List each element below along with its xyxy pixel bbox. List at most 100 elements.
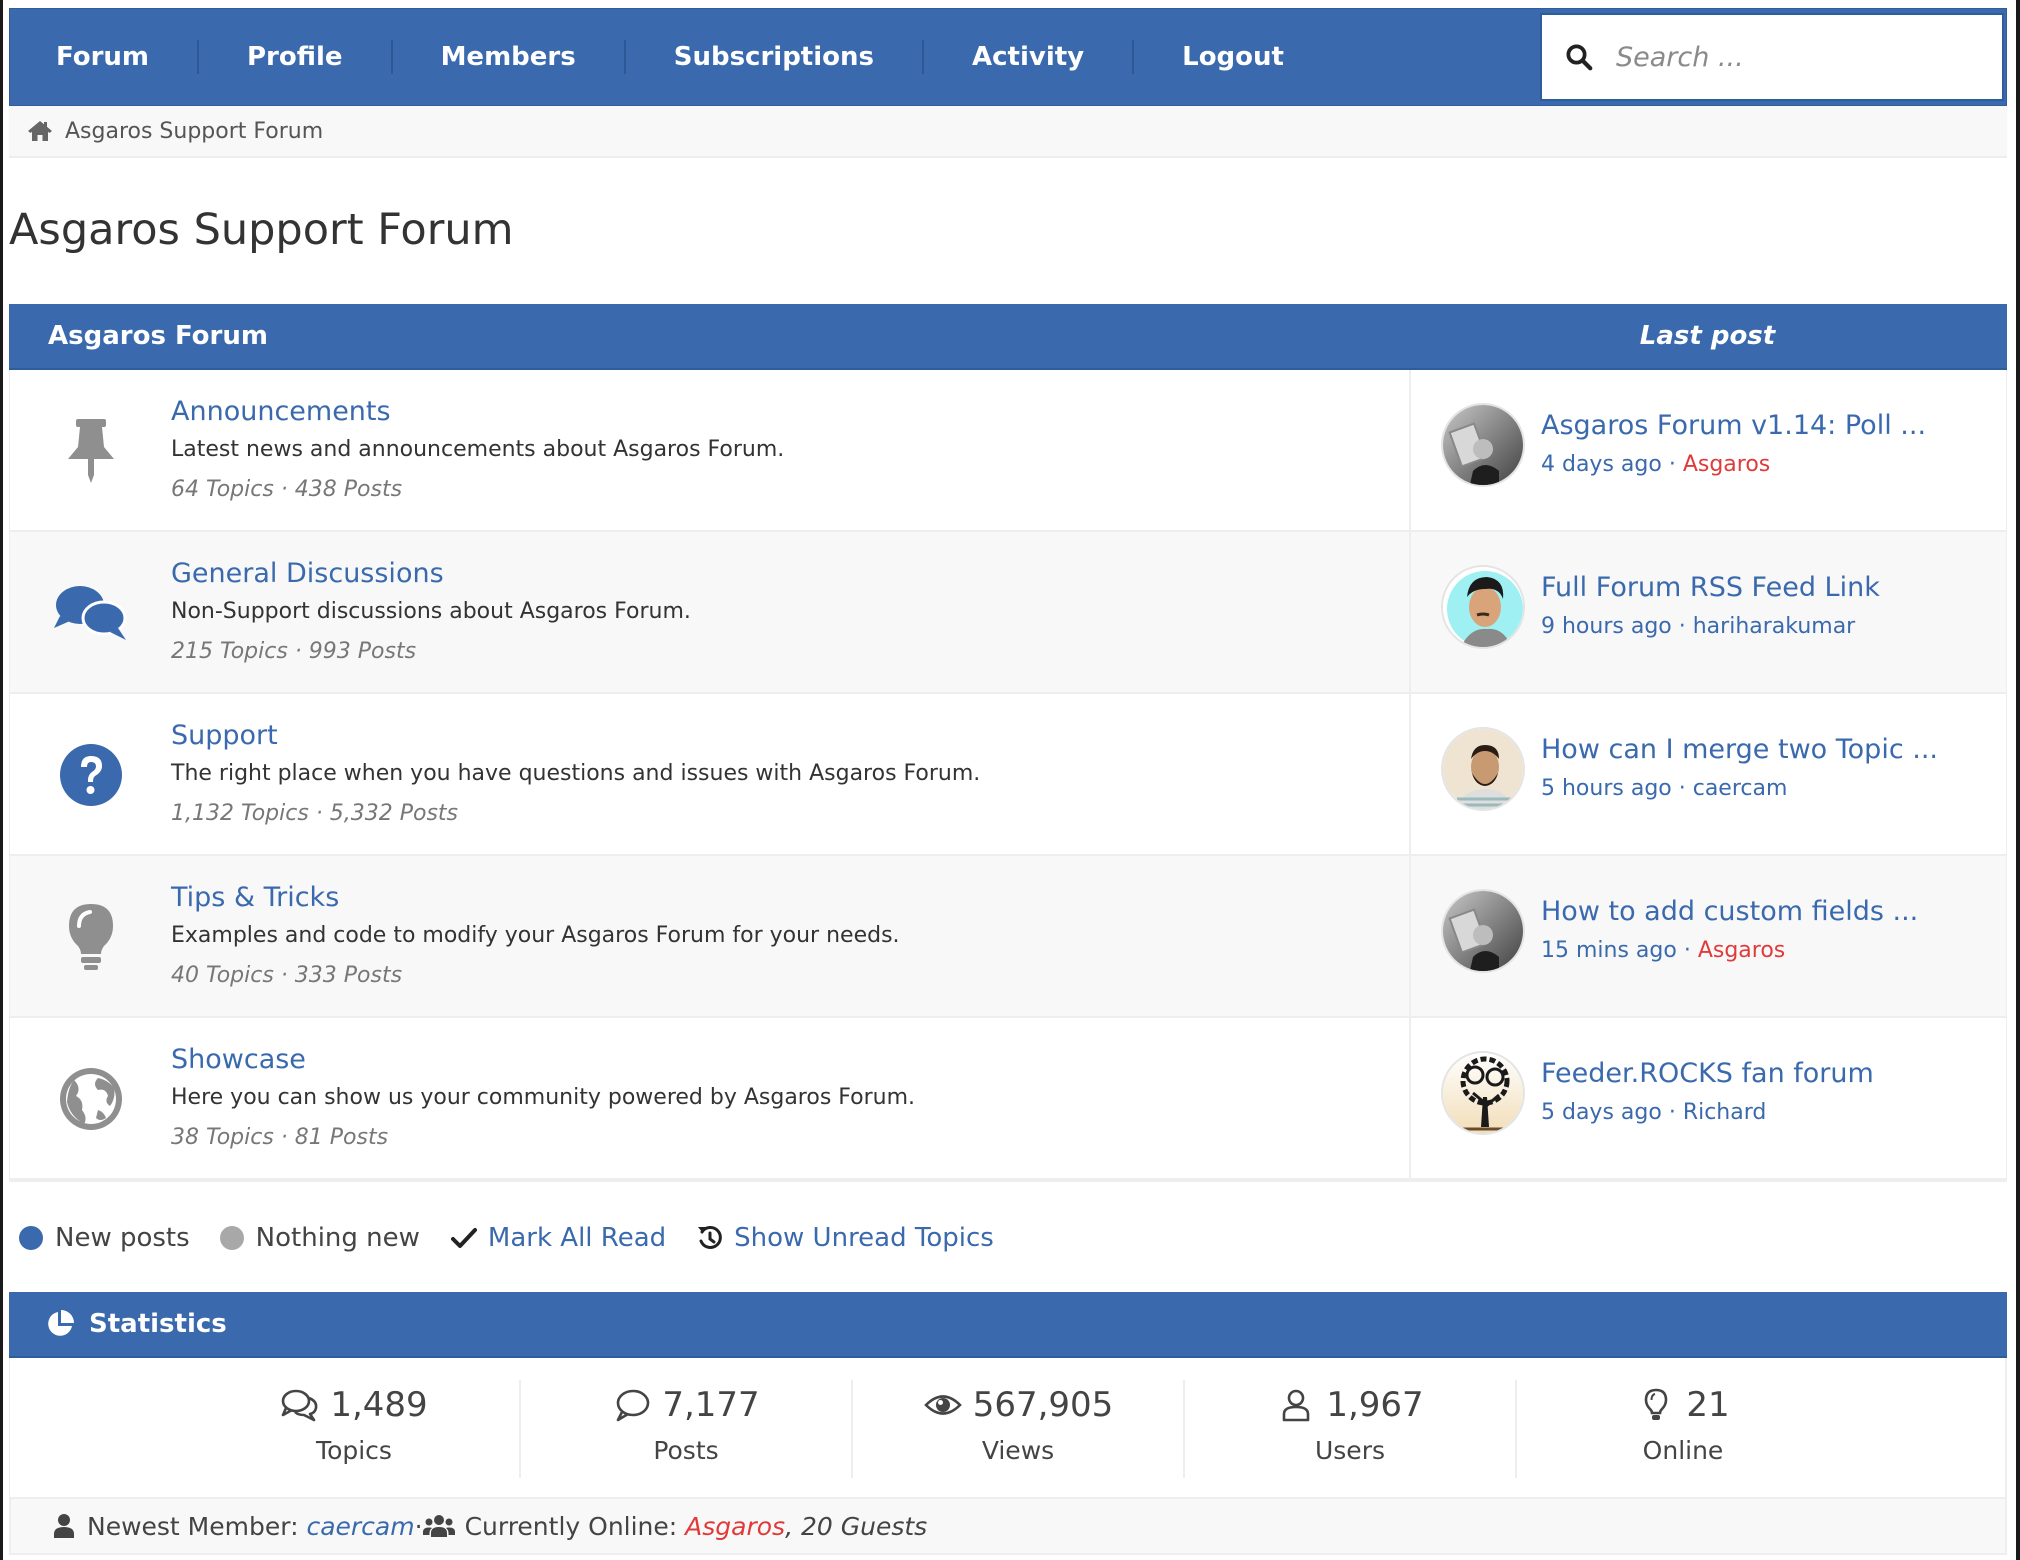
thumbtack-icon (52, 412, 130, 490)
page-title: Asgaros Support Forum (9, 205, 514, 255)
forum-row-general-discussions: General Discussions Non-Support discussi… (9, 532, 2007, 694)
lightbulb-icon (52, 898, 130, 976)
last-post-info: Full Forum RSS Feed Link 9 hours ago · h… (1541, 568, 1880, 646)
forum-counts: 38 Topics · 81 Posts (171, 1125, 389, 1150)
last-post-info: How can I merge two Topic ... 5 hours ag… (1541, 730, 1938, 808)
checkmark-icon (450, 1228, 477, 1248)
last-post-time[interactable]: 5 hours ago (1541, 776, 1672, 801)
last-post-author[interactable]: Asgaros (1683, 452, 1770, 477)
stat-label: Posts (653, 1436, 719, 1465)
legend-nothing-new: Nothing new (219, 1223, 420, 1253)
nav-forum[interactable]: Forum (10, 40, 199, 74)
currently-online-label: Currently Online: (464, 1511, 678, 1541)
comments-outline-icon (282, 1389, 318, 1422)
forum-link[interactable]: Tips & Tricks (171, 880, 900, 916)
nav-activity[interactable]: Activity (924, 40, 1135, 74)
eye-icon (923, 1395, 962, 1415)
last-post-author[interactable]: caercam (1693, 776, 1788, 801)
search-icon[interactable] (1564, 42, 1594, 72)
last-post-meta: 9 hours ago · hariharakumar (1541, 608, 1880, 646)
meta-separator: · (1671, 614, 1693, 639)
forum-row-announcements: Announcements Latest news and announceme… (9, 370, 2007, 532)
forum-link[interactable]: Announcements (171, 394, 784, 430)
last-post-author[interactable]: Asgaros (1698, 938, 1785, 963)
last-post-link[interactable]: How can I merge two Topic ... (1541, 730, 1938, 770)
legend-new-posts: New posts (19, 1223, 190, 1253)
screen-frame-right (2016, 0, 2020, 1560)
last-post-author[interactable]: hariharakumar (1693, 614, 1856, 639)
last-post-author[interactable]: Richard (1683, 1100, 1767, 1125)
last-post-link[interactable]: How to add custom fields ... (1541, 892, 1918, 932)
stat-topics: 1,489 Topics (189, 1380, 521, 1478)
last-post-link[interactable]: Feeder.ROCKS fan forum (1541, 1054, 1874, 1094)
breadcrumb-link[interactable]: Asgaros Support Forum (65, 119, 323, 144)
last-post-time[interactable]: 9 hours ago (1541, 614, 1672, 639)
legend-new-posts-label: New posts (55, 1223, 190, 1253)
forum-link[interactable]: General Discussions (171, 556, 691, 592)
last-post-info: How to add custom fields ... 15 mins ago… (1541, 892, 1918, 970)
stat-label: Topics (316, 1436, 392, 1465)
category-title: Asgaros Forum (48, 321, 268, 351)
last-post-time[interactable]: 4 days ago (1541, 452, 1662, 477)
stat-online: 21 Online (1517, 1380, 1849, 1478)
nav-members[interactable]: Members (393, 40, 626, 74)
statistics-body: 1,489 Topics 7,177 Posts 567,905 Views 1… (9, 1358, 2007, 1497)
forum-info: Tips & Tricks Examples and code to modif… (171, 880, 900, 996)
stat-value: 21 (1686, 1385, 1730, 1425)
meta-separator: · (1661, 452, 1683, 477)
tree-avatar[interactable] (1441, 1051, 1525, 1135)
show-unread-topics-button[interactable]: Show Unread Topics (696, 1223, 994, 1253)
statistics-title: Statistics (89, 1309, 227, 1339)
online-user-link[interactable]: Asgaros (685, 1512, 785, 1541)
forum-link[interactable]: Support (171, 718, 980, 754)
forum-description: Non-Support discussions about Asgaros Fo… (171, 599, 691, 624)
newest-member-link[interactable]: caercam (306, 1512, 414, 1541)
last-post-meta: 4 days ago · Asgaros (1541, 446, 1926, 484)
forum-description: Here you can show us your community powe… (171, 1085, 916, 1110)
nav-subscriptions[interactable]: Subscriptions (626, 40, 924, 74)
last-post-link[interactable]: Full Forum RSS Feed Link (1541, 568, 1880, 608)
comment-outline-icon (617, 1389, 650, 1422)
nav-logout[interactable]: Logout (1134, 40, 1332, 74)
screen-frame-left (0, 0, 3, 1560)
statistics-header: Statistics (9, 1292, 2007, 1358)
forum-description: The right place when you have questions … (171, 761, 981, 786)
forum-info: Showcase Here you can show us your commu… (171, 1042, 915, 1158)
nav-profile[interactable]: Profile (199, 40, 393, 74)
forum-link[interactable]: Showcase (171, 1042, 915, 1078)
mark-all-read-link[interactable]: Mark All Read (488, 1223, 666, 1253)
column-divider (1409, 370, 1411, 530)
new-posts-dot-icon (19, 1226, 43, 1250)
column-divider (1409, 694, 1411, 854)
forum-row-tips-tricks: Tips & Tricks Examples and code to modif… (9, 856, 2007, 1018)
last-post-time[interactable]: 15 mins ago (1541, 938, 1677, 963)
forum-list: Announcements Latest news and announceme… (9, 370, 2007, 1180)
mark-all-read-button[interactable]: Mark All Read (450, 1223, 666, 1253)
meta-separator: · (1676, 938, 1698, 963)
forum-category-header: Asgaros Forum Last post (9, 304, 2007, 370)
grayscale-portrait-avatar[interactable] (1441, 889, 1525, 973)
cartoon-man-avatar[interactable] (1441, 565, 1525, 649)
forum-info: General Discussions Non-Support discussi… (171, 556, 691, 672)
search-input[interactable] (1616, 41, 1976, 73)
last-post-info: Asgaros Forum v1.14: Poll ... 4 days ago… (1541, 406, 1926, 484)
meta-separator: · (1661, 1100, 1683, 1125)
pie-chart-icon (48, 1310, 74, 1336)
last-post-meta: 5 days ago · Richard (1541, 1094, 1874, 1132)
stat-posts: 7,177 Posts (521, 1380, 853, 1478)
column-divider (1409, 1018, 1411, 1178)
user-outline-icon (1283, 1389, 1310, 1422)
last-post-time[interactable]: 5 days ago (1541, 1100, 1662, 1125)
newest-member-label: Newest Member: (87, 1511, 299, 1541)
grayscale-portrait-avatar[interactable] (1441, 403, 1525, 487)
bearded-man-avatar[interactable] (1441, 727, 1525, 811)
forum-description: Latest news and announcements about Asga… (171, 437, 785, 462)
stat-value: 1,489 (330, 1385, 428, 1425)
forum-row-support: Support The right place when you have qu… (9, 694, 2007, 856)
online-guests: , 20 Guests (785, 1511, 928, 1541)
stat-label: Online (1642, 1436, 1724, 1465)
last-post-link[interactable]: Asgaros Forum v1.14: Poll ... (1541, 406, 1926, 446)
forum-counts: 1,132 Topics · 5,332 Posts (171, 801, 459, 826)
footer-separator: · (414, 1511, 423, 1541)
show-unread-topics-link[interactable]: Show Unread Topics (734, 1223, 994, 1253)
